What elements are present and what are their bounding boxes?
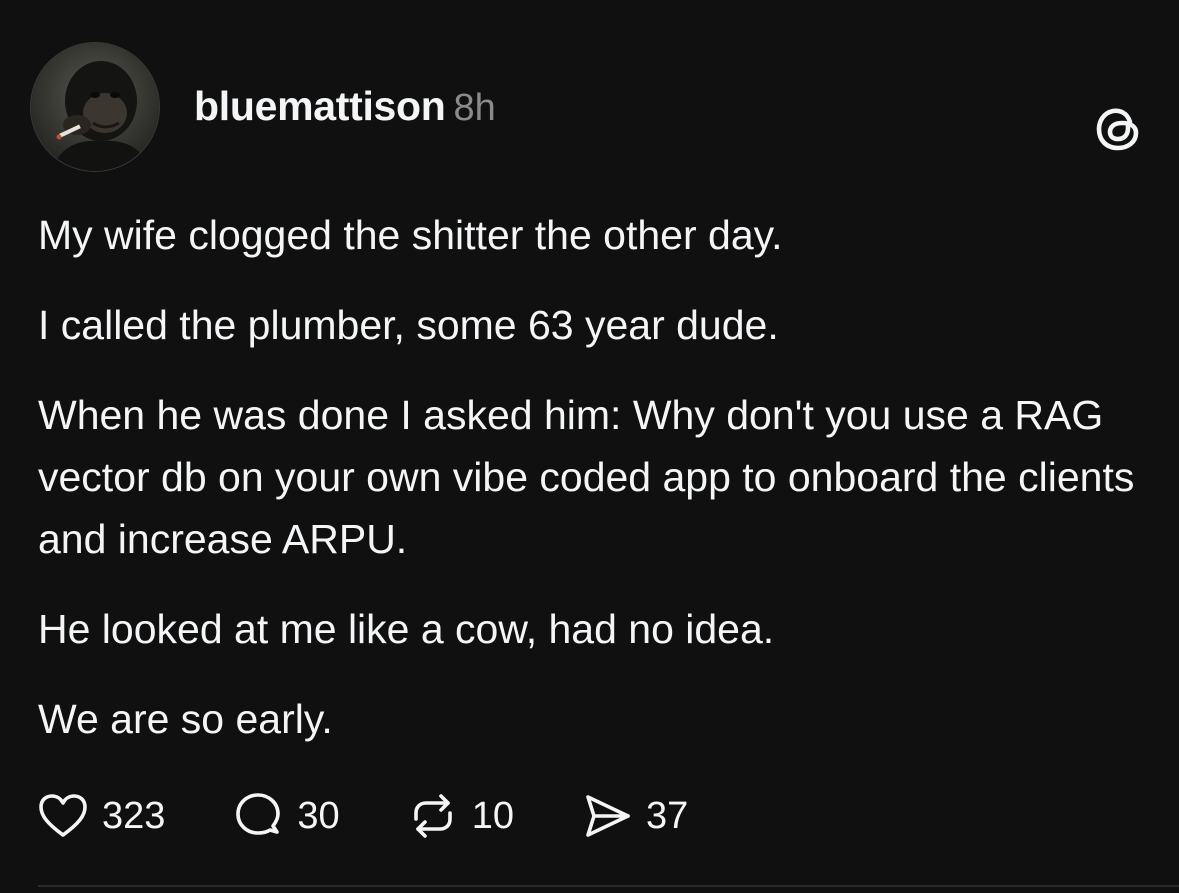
repost-icon (408, 793, 458, 839)
repost-button[interactable]: 10 (408, 793, 514, 839)
post-paragraph: He looked at me like a cow, had no idea. (38, 606, 775, 652)
post-paragraph: We are so early. (38, 696, 333, 742)
post-divider (38, 885, 1179, 887)
threads-logo-icon[interactable] (1093, 102, 1145, 154)
send-icon (582, 793, 632, 839)
threads-post: bluemattison 8h My wife clogged the shitt… (0, 0, 1179, 893)
action-bar: 323 30 10 37 (38, 788, 756, 844)
speech-bubble-icon (233, 792, 283, 840)
share-count: 37 (645, 794, 689, 837)
like-button[interactable]: 323 (38, 793, 165, 839)
heart-icon (38, 793, 88, 839)
post-timestamp: 8h (453, 87, 496, 129)
post-header: bluemattison 8h (28, 40, 1151, 174)
post-body: My wife clogged the shitter the other da… (38, 204, 1148, 778)
avatar[interactable] (30, 42, 160, 172)
user-line: bluemattison 8h (194, 84, 496, 138)
post-paragraph: My wife clogged the shitter the other da… (38, 212, 783, 258)
repost-count: 10 (471, 794, 514, 837)
like-count: 323 (102, 794, 166, 837)
username[interactable]: bluemattison (194, 83, 446, 129)
reply-button[interactable]: 30 (233, 792, 340, 840)
share-button[interactable]: 37 (582, 793, 688, 839)
post-paragraph: When he was done I asked him: Why don't … (38, 392, 1135, 562)
reply-count: 30 (297, 794, 340, 837)
post-paragraph: I called the plumber, some 63 year dude. (38, 302, 779, 348)
